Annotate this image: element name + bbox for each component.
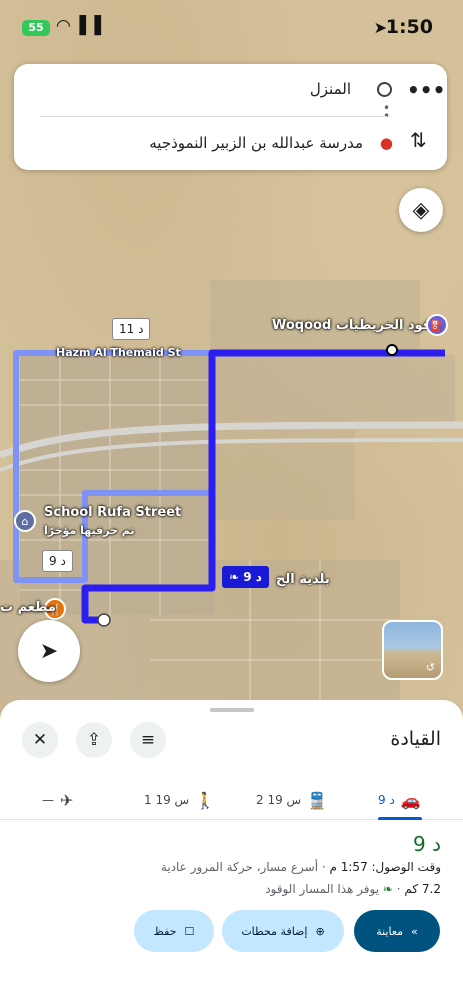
close-icon: ✕ bbox=[32, 730, 48, 750]
alt-route-time-chip-2[interactable]: 9 د bbox=[42, 550, 73, 572]
street-view-thumbnail[interactable]: ↺ bbox=[382, 620, 443, 680]
status-time: 1:50 bbox=[385, 16, 433, 38]
preview-button[interactable]: معاينة « bbox=[354, 910, 440, 952]
destination-pin-icon: ● bbox=[379, 134, 393, 152]
walk-icon: 🚶 bbox=[195, 790, 216, 810]
swap-icon[interactable]: ⇅ bbox=[410, 128, 427, 152]
tab-drive[interactable]: 9 د 🚗 bbox=[378, 782, 421, 818]
travel-mode-tabs: 9 د 🚗 2 س 19 🚆 1 س 19 🚶 — ✈ bbox=[0, 772, 463, 820]
sheet-handle[interactable] bbox=[210, 708, 254, 712]
directions-sheet: ✕ ⇪ ≡ القيادة 9 د 🚗 2 س 19 🚆 1 س 19 🚶 — … bbox=[0, 700, 463, 1000]
arrival-time: وقت الوصول: 1:57 م bbox=[329, 860, 442, 874]
share-icon: ⇪ bbox=[86, 730, 102, 750]
tune-icon: ≡ bbox=[140, 730, 156, 750]
route-note: · أسرع مسار، حركة المرور عادية bbox=[160, 860, 330, 874]
main-route-time: 9 د bbox=[243, 570, 262, 584]
cellular-signal-icon: ▐▐ bbox=[72, 16, 103, 36]
school-sublabel: تم حرفيها مؤخرًا bbox=[44, 524, 135, 537]
battery-indicator: 55 bbox=[22, 20, 50, 36]
origin-marker bbox=[386, 344, 398, 356]
signal-icons: ◠▐▐ bbox=[56, 16, 103, 36]
fuel-note: يوفر هذا المسار الوقود bbox=[265, 882, 383, 896]
route-distance: 7.2 كم bbox=[404, 882, 441, 896]
school-icon[interactable]: ⌂ bbox=[14, 510, 36, 532]
tab-walk[interactable]: 1 س 19 🚶 bbox=[144, 782, 215, 818]
eco-leaf-icon: ❧ bbox=[382, 882, 393, 896]
navigation-arrow-icon: ➤ bbox=[39, 638, 59, 664]
mode-label: 2 س 19 bbox=[256, 793, 302, 807]
fuel-station-icon[interactable]: ⛽ bbox=[426, 314, 448, 336]
origin-field[interactable]: المنزل bbox=[310, 80, 351, 98]
my-location-button[interactable]: ➤ bbox=[18, 620, 80, 682]
school-label[interactable]: School Rufa Street bbox=[44, 505, 181, 520]
wifi-icon: ◠ bbox=[56, 16, 73, 36]
add-location-icon: ⊕ bbox=[315, 924, 325, 938]
alt-route-time-chip[interactable]: 11 د bbox=[112, 318, 151, 340]
mode-label: 1 س 19 bbox=[144, 793, 190, 807]
leaf-icon: ❧ bbox=[229, 570, 240, 584]
airplane-icon: ✈ bbox=[60, 790, 74, 810]
layers-icon: ◈ bbox=[412, 197, 430, 223]
train-icon: 🚆 bbox=[307, 790, 328, 810]
active-tab-indicator bbox=[378, 817, 422, 820]
add-stops-label: إضافة محطات bbox=[241, 924, 308, 938]
sheet-title: القيادة bbox=[390, 728, 441, 750]
close-button[interactable]: ✕ bbox=[22, 722, 58, 758]
route-duration: 9 د bbox=[413, 832, 441, 856]
restaurant-label[interactable]: مطعم ت bbox=[0, 600, 56, 615]
options-button[interactable]: ≡ bbox=[130, 722, 166, 758]
street-label: Hazm Al Themaid St bbox=[56, 346, 181, 359]
destination-field[interactable]: مدرسة عبدالله بن الزبير النموذجيه bbox=[149, 134, 363, 152]
preview-label: معاينة bbox=[376, 924, 404, 938]
car-icon: 🚗 bbox=[400, 790, 421, 810]
share-button[interactable]: ⇪ bbox=[76, 722, 112, 758]
navigate-chevrons-icon: « bbox=[411, 924, 418, 938]
more-options-icon[interactable]: ••• bbox=[407, 78, 445, 102]
route-card-divider bbox=[40, 116, 387, 117]
woqod-label[interactable]: Woqood وقود الخريطيات bbox=[272, 318, 439, 333]
connector-dots-icon: •• bbox=[383, 101, 391, 122]
arrival-info: وقت الوصول: 1:57 م · أسرع مسار، حركة الم… bbox=[161, 860, 441, 874]
tab-transit[interactable]: 2 س 19 🚆 bbox=[256, 782, 327, 818]
municipality-label[interactable]: بلدية الح bbox=[276, 572, 330, 587]
save-button[interactable]: حفظ ☐ bbox=[134, 910, 214, 952]
route-card: ••• ⇅ المنزل •• ● مدرسة عبدالله بن الزبي… bbox=[14, 64, 447, 170]
distance-info: 7.2 كم · ❧ يوفر هذا المسار الوقود bbox=[265, 882, 441, 896]
main-route-time-chip[interactable]: ❧ 9 د bbox=[222, 566, 269, 588]
destination-marker bbox=[97, 613, 111, 627]
save-label: حفظ bbox=[153, 924, 177, 938]
mode-label: — bbox=[42, 793, 54, 807]
layers-button[interactable]: ◈ bbox=[399, 188, 443, 232]
street-view-icon: ↺ bbox=[425, 661, 435, 674]
mode-label: 9 د bbox=[378, 793, 395, 807]
origin-circle-icon bbox=[377, 82, 392, 97]
tab-flight[interactable]: — ✈ bbox=[42, 782, 73, 818]
bookmark-icon: ☐ bbox=[184, 924, 195, 938]
map-view[interactable]: 55 ◠▐▐ ➤ 1:50 ••• ⇅ المنزل •• ● مدرسة عب… bbox=[0, 0, 463, 720]
status-bar: 55 ◠▐▐ ➤ 1:50 bbox=[0, 0, 463, 52]
add-stops-button[interactable]: إضافة محطات ⊕ bbox=[222, 910, 344, 952]
